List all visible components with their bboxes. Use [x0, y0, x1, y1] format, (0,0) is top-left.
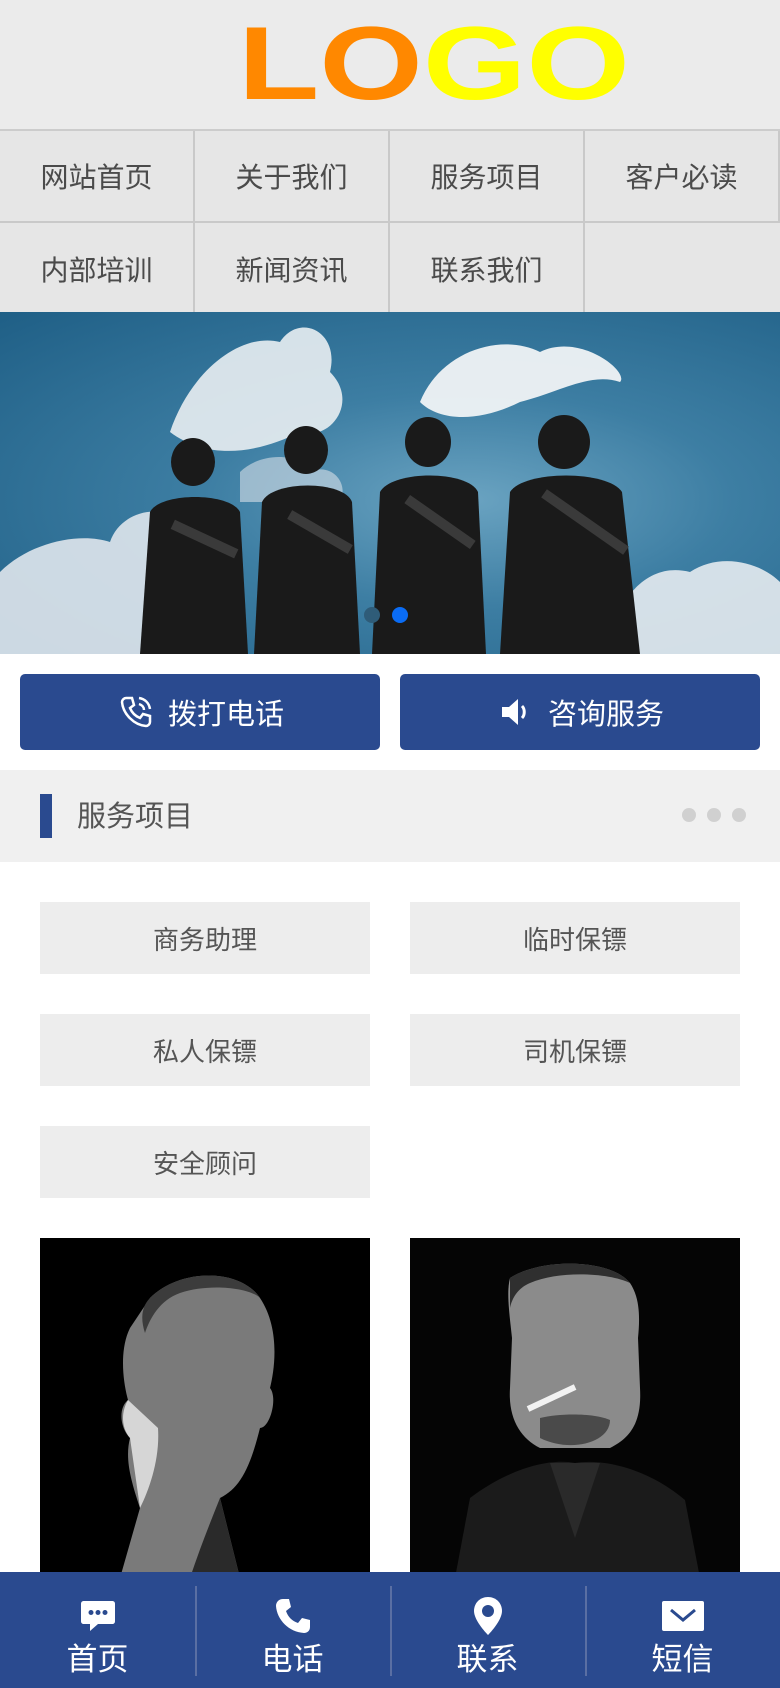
- banner-dot-2[interactable]: [392, 607, 408, 623]
- bottom-tab-bar: 首页 电话 联系 短信: [0, 1572, 780, 1688]
- consult-button[interactable]: 咨询服务: [400, 674, 760, 750]
- nav-item-services[interactable]: 服务项目: [390, 131, 585, 223]
- tab-sms[interactable]: 短信: [585, 1572, 780, 1688]
- nav-item-contact[interactable]: 联系我们: [390, 223, 585, 315]
- tab-contact-label: 联系: [456, 1642, 519, 1678]
- nav-item-news[interactable]: 新闻资讯: [195, 223, 390, 315]
- service-tile-security-consultant[interactable]: 安全顾问: [40, 1126, 370, 1198]
- service-tile-temporary-bodyguard[interactable]: 临时保镖: [410, 902, 740, 974]
- tactical-team-sky-photo: [0, 327, 780, 654]
- phone-icon: [273, 1594, 313, 1638]
- man-profile-portrait: [40, 1238, 370, 1578]
- call-button-label: 拨打电话: [167, 697, 284, 731]
- logo-part-1: LO: [238, 6, 423, 122]
- tab-home-label: 首页: [66, 1642, 129, 1678]
- tab-phone[interactable]: 电话: [195, 1572, 390, 1688]
- section-accent-bar: [40, 794, 52, 838]
- logo-part-2: GO: [422, 6, 630, 122]
- header: LOGO: [0, 0, 780, 130]
- hero-banner[interactable]: [0, 312, 780, 654]
- nav-item-client-guide[interactable]: 客户必读: [585, 131, 780, 223]
- photo-man-profile[interactable]: [40, 1238, 370, 1578]
- consult-button-label: 咨询服务: [547, 697, 664, 731]
- chat-bubble-icon: [80, 1594, 116, 1638]
- envelope-icon: [661, 1594, 705, 1638]
- call-button[interactable]: 拨打电话: [20, 674, 380, 750]
- phone-icon: [116, 692, 156, 732]
- nav-item-about[interactable]: 关于我们: [195, 131, 390, 223]
- action-buttons: 拨打电话 咨询服务: [0, 654, 780, 770]
- main-nav: 网站首页 关于我们 服务项目 客户必读 内部培训 新闻资讯 联系我们: [0, 129, 780, 315]
- man-with-cigarette-portrait: [410, 1238, 740, 1578]
- nav-item-home[interactable]: 网站首页: [0, 131, 195, 223]
- photo-man-cigarette[interactable]: [410, 1238, 740, 1578]
- page: LOGO 网站首页 关于我们 服务项目 客户必读 内部培训 新闻资讯 联系我们: [0, 0, 780, 1688]
- more-dots-icon[interactable]: [682, 808, 746, 822]
- site-logo[interactable]: LOGO: [238, 12, 630, 116]
- nav-item-training[interactable]: 内部培训: [0, 223, 195, 315]
- section-header: 服务项目: [0, 770, 780, 862]
- service-tile-personal-bodyguard[interactable]: 私人保镖: [40, 1014, 370, 1086]
- banner-pagination: [364, 607, 408, 623]
- speaker-icon: [496, 692, 536, 732]
- location-pin-icon: [472, 1594, 504, 1638]
- tab-home[interactable]: 首页: [0, 1572, 195, 1688]
- service-tile-business-assistant[interactable]: 商务助理: [40, 902, 370, 974]
- banner-dot-1[interactable]: [364, 607, 380, 623]
- tab-contact[interactable]: 联系: [390, 1572, 585, 1688]
- service-tile-driver-bodyguard[interactable]: 司机保镖: [410, 1014, 740, 1086]
- tab-phone-label: 电话: [261, 1642, 324, 1678]
- section-title: 服务项目: [77, 799, 194, 833]
- tab-sms-label: 短信: [651, 1642, 714, 1678]
